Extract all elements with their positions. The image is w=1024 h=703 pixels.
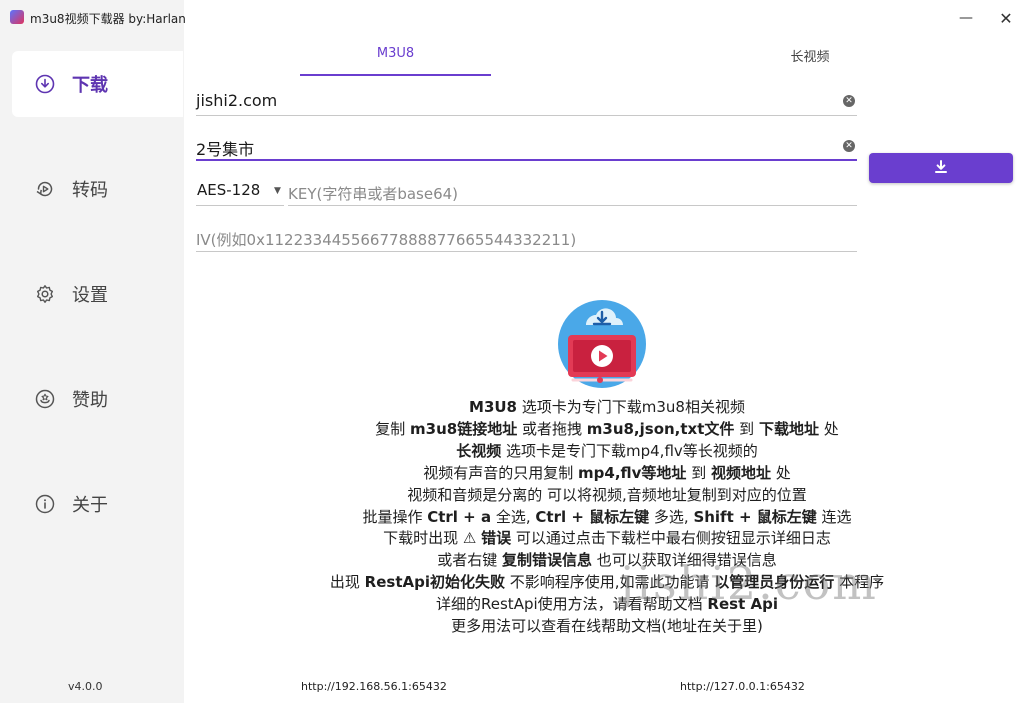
help-text: 批量操作 xyxy=(362,507,428,526)
help-text: 出现 xyxy=(329,573,365,592)
help-text: 复制 xyxy=(375,419,411,438)
help-text-block: M3U8 选项卡为专门下载m3u8相关视频 复制 m3u8链接地址 或者拖拽 m3… xyxy=(190,397,1024,638)
help-keyword: Shift + 鼠标左键 xyxy=(693,507,817,526)
sidebar: 下载 转码 设置 赞助 关于 v4.0.0 xyxy=(0,0,184,703)
encryption-method-select[interactable]: AES-128 ▼ xyxy=(196,176,284,206)
download-button[interactable] xyxy=(869,153,1013,183)
file-name-value: 2号集市 xyxy=(196,140,255,159)
field-underline xyxy=(196,205,284,206)
tab-long-video[interactable]: 长视频 xyxy=(700,46,920,65)
help-text: 全选, xyxy=(491,507,536,526)
window-title: m3u8视频下载器 by:Harlan xyxy=(30,12,186,26)
download-url-value: jishi2.com xyxy=(196,91,278,110)
help-keyword: 错误 xyxy=(481,529,512,548)
rest-api-url-local: http://127.0.0.1:65432 xyxy=(680,680,805,693)
help-line: 视频和音频是分离的 可以将视频,音频地址复制到对应的位置 xyxy=(190,485,1024,507)
help-keyword: 以管理员身份运行 xyxy=(714,573,835,592)
encryption-method-value: AES-128 xyxy=(197,181,261,199)
help-keyword: m3u8,json,txt文件 xyxy=(586,419,735,438)
tab-selected-indicator xyxy=(300,74,491,76)
download-circle-icon xyxy=(34,73,56,95)
help-keyword: Ctrl + 鼠标左键 xyxy=(535,507,650,526)
sidebar-item-label: 设置 xyxy=(72,285,108,306)
help-line: 下载时出现 ⚠ 错误 可以通过点击下载栏中最右侧按钮显示详细日志 xyxy=(190,528,1024,550)
clear-name-icon[interactable]: ✕ xyxy=(843,140,855,152)
help-text: 选项卡为专门下载m3u8相关视频 xyxy=(517,398,745,416)
key-placeholder: KEY(字符串或者base64) xyxy=(288,185,459,203)
field-underline xyxy=(196,159,857,161)
info-icon xyxy=(34,493,56,515)
sidebar-item-about[interactable]: 关于 xyxy=(12,471,183,537)
help-text: 不影响程序使用,如需此功能请 xyxy=(504,573,715,592)
sponsor-icon xyxy=(34,388,56,410)
help-text: 视频有声音的只用复制 xyxy=(423,463,579,482)
help-text: 更多用法可以查看在线帮助文档(地址在关于里) xyxy=(451,617,763,636)
help-text: 或者右键 xyxy=(437,551,502,570)
help-text: 也可以获取详细得错误信息 xyxy=(592,551,777,570)
help-text: 到 xyxy=(734,419,759,438)
help-text: 选项卡是专门下载mp4,flv等长视频的 xyxy=(501,441,758,460)
help-line: 批量操作 Ctrl + a 全选, Ctrl + 鼠标左键 多选, Shift … xyxy=(190,507,1024,529)
download-url-field[interactable]: jishi2.com ✕ xyxy=(196,86,857,116)
help-keyword: 复制错误信息 xyxy=(501,551,592,570)
sidebar-item-label: 赞助 xyxy=(72,390,108,411)
help-keyword: Ctrl + a xyxy=(427,507,492,526)
help-line: 或者右键 复制错误信息 也可以获取详细得错误信息 xyxy=(190,550,1024,572)
sidebar-item-label: 转码 xyxy=(72,180,108,201)
help-text: 下载时出现 ⚠ xyxy=(383,529,482,548)
rest-api-url-lan: http://192.168.56.1:65432 xyxy=(301,680,447,693)
help-keyword: m3u8链接地址 xyxy=(410,419,518,438)
dropdown-caret-icon: ▼ xyxy=(274,186,281,196)
field-underline xyxy=(288,205,857,206)
help-text: 处 xyxy=(818,419,839,438)
sidebar-item-label: 关于 xyxy=(72,495,108,516)
help-text: 或者拖拽 xyxy=(517,419,587,438)
help-keyword: 长视频 xyxy=(456,441,502,460)
minimize-button[interactable]: — xyxy=(944,4,988,32)
close-button[interactable]: ✕ xyxy=(984,4,1024,32)
file-name-field[interactable]: 2号集市 ✕ xyxy=(196,131,857,161)
help-keyword: M3U8 xyxy=(469,398,517,416)
help-line: 详细的RestApi使用方法，请看帮助文档 Rest Api xyxy=(190,594,1024,616)
help-keyword: 视频地址 xyxy=(710,463,771,482)
help-text: 到 xyxy=(686,463,711,482)
help-line: 视频有声音的只用复制 mp4,flv等地址 到 视频地址 处 xyxy=(190,463,1024,485)
clear-url-icon[interactable]: ✕ xyxy=(843,95,855,107)
version-label: v4.0.0 xyxy=(68,680,103,693)
iv-field[interactable]: IV(例如0x112233445566778888776655443322​11… xyxy=(196,222,857,252)
help-text: 多选, xyxy=(649,507,694,526)
help-line: 出现 RestApi初始化失败 不影响程序使用,如需此功能请 以管理员身份运行 … xyxy=(190,572,1024,594)
sidebar-item-label: 下载 xyxy=(72,75,108,96)
gear-icon xyxy=(34,283,56,305)
sidebar-item-download[interactable]: 下载 xyxy=(12,51,183,117)
help-text: 视频和音频是分离的 可以将视频,音频地址复制到对应的位置 xyxy=(407,485,807,504)
help-line: M3U8 选项卡为专门下载m3u8相关视频 xyxy=(190,397,1024,419)
help-text: 可以通过点击下载栏中最右侧按钮显示详细日志 xyxy=(511,529,831,548)
help-text: 本程序 xyxy=(834,573,885,592)
transcode-icon xyxy=(34,178,56,200)
sidebar-item-sponsor[interactable]: 赞助 xyxy=(12,366,183,432)
tab-m3u8[interactable]: M3U8 xyxy=(300,46,491,61)
help-keyword: Rest Api xyxy=(707,595,778,614)
sidebar-item-settings[interactable]: 设置 xyxy=(12,261,183,327)
app-logo-icon xyxy=(10,10,24,24)
help-text: 处 xyxy=(770,463,791,482)
help-line: 复制 m3u8链接地址 或者拖拽 m3u8,json,txt文件 到 下载地址 … xyxy=(190,419,1024,441)
help-keyword: 下载地址 xyxy=(758,419,819,438)
field-underline xyxy=(196,251,857,252)
help-keyword: RestApi初始化失败 xyxy=(364,573,505,592)
iv-placeholder: IV(例如0x112233445566778888776655443322​11… xyxy=(196,231,577,249)
title-bar: m3u8视频下载器 by:Harlan — ✕ xyxy=(0,0,1024,36)
download-arrow-icon xyxy=(934,159,948,178)
sidebar-item-transcode[interactable]: 转码 xyxy=(12,156,183,222)
field-underline xyxy=(196,115,857,116)
help-text: 详细的RestApi使用方法，请看帮助文档 xyxy=(436,595,708,614)
help-line: 长视频 选项卡是专门下载mp4,flv等长视频的 xyxy=(190,441,1024,463)
help-line: 更多用法可以查看在线帮助文档(地址在关于里) xyxy=(190,616,1024,638)
key-field[interactable]: KEY(字符串或者base64) xyxy=(288,176,857,206)
video-download-illustration xyxy=(556,300,648,392)
help-text: 连选 xyxy=(816,507,852,526)
help-keyword: mp4,flv等地址 xyxy=(578,463,687,482)
